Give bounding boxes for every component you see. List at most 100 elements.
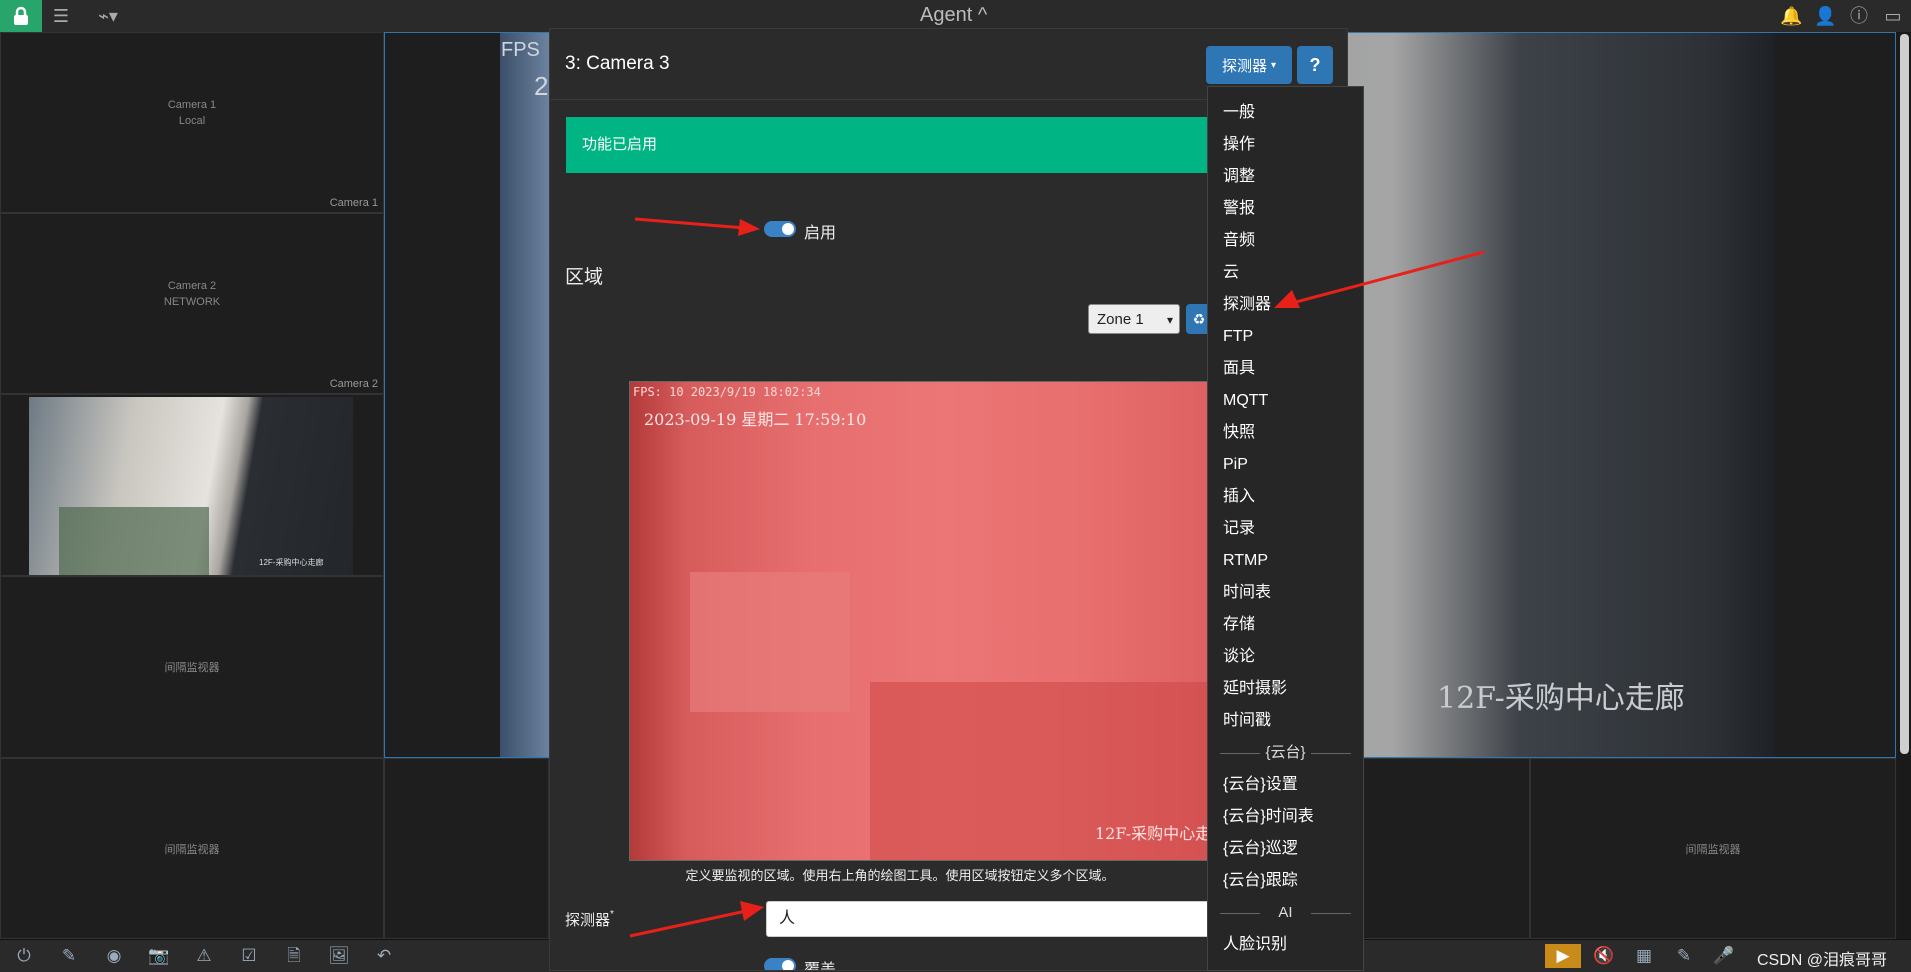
menu-item[interactable]: 延时摄影	[1223, 675, 1287, 703]
menu-group-header: {云台}	[1208, 741, 1363, 765]
menu-item-ptz[interactable]: {云台}巡逻	[1223, 835, 1298, 863]
idle-label: 间隔监视器	[164, 844, 220, 856]
page-scrollbar[interactable]	[1898, 32, 1911, 939]
divider	[1220, 913, 1260, 914]
undo-icon[interactable]: ↶	[372, 946, 396, 966]
camera1-name: Camera 1	[167, 99, 217, 111]
menu-item[interactable]: 谈论	[1223, 643, 1255, 671]
watermark: CSDN @泪痕哥哥	[1757, 952, 1888, 969]
image-icon[interactable]: 🖼	[327, 946, 351, 966]
grid-cell-idle-2[interactable]: 间隔监视器	[0, 758, 384, 939]
edit2-icon[interactable]: ✎	[1672, 946, 1696, 966]
grid-icon[interactable]: ▦	[1632, 946, 1656, 966]
grid-cell-idle-3[interactable]	[384, 758, 549, 939]
grid-cell-idle-5[interactable]: 间隔监视器	[1530, 758, 1896, 939]
camera-menu-icon[interactable]: ⌁▾	[88, 6, 128, 26]
help-button[interactable]: ?	[1297, 46, 1333, 84]
grid-cell-camera2[interactable]: Camera 2 NETWORK Camera 2	[0, 213, 384, 394]
menu-group-label: AI	[1278, 904, 1293, 921]
camera1-type: Local	[178, 115, 206, 127]
idle-label: 间隔监视器	[164, 662, 220, 674]
menu-item-ai[interactable]: 人脸识别	[1223, 931, 1287, 959]
menu-item[interactable]: 音频	[1223, 227, 1255, 255]
bell-icon[interactable]: 🔔	[1780, 6, 1802, 26]
camera-icon[interactable]: 📷	[147, 946, 171, 966]
info-icon[interactable]: ⓘ	[1848, 6, 1870, 26]
grid-cell-idle-4[interactable]	[1348, 758, 1530, 939]
preview-fps-label: FPS: 10 2023/9/19 18:02:34	[633, 385, 821, 399]
large-location-overlay: 12F-采购中心走廊	[1437, 681, 1685, 716]
caret-down-icon: ▾	[1270, 59, 1277, 71]
menu-item[interactable]: 时间表	[1223, 579, 1271, 607]
menu-item-ptz[interactable]: {云台}跟踪	[1223, 867, 1298, 895]
enable-toggle[interactable]	[764, 221, 796, 237]
modal-title: 3: Camera 3	[565, 53, 670, 74]
mic-icon[interactable]: 🎤	[1712, 946, 1736, 966]
file-icon[interactable]: 🗎	[282, 946, 306, 966]
menu-item[interactable]: PiP	[1223, 451, 1248, 479]
annotation-arrow	[1274, 250, 1485, 308]
divider	[1311, 753, 1351, 754]
menu-group-label: {云台}	[1265, 744, 1306, 761]
chevron-down-icon: ▾	[1166, 313, 1173, 327]
menu-item[interactable]: 探测器	[1223, 291, 1271, 319]
menu-item[interactable]: 记录	[1223, 515, 1255, 543]
menu-item[interactable]: 时间戳	[1223, 707, 1271, 735]
power-icon[interactable]: ⏻	[12, 946, 36, 966]
menu-item[interactable]: 面具	[1223, 355, 1255, 383]
app-title[interactable]: Agent ^	[920, 4, 987, 27]
zone-hint: 定义要监视的区域。使用右上角的绘图工具。使用区域按钮定义多个区域。	[685, 868, 1115, 883]
section-menu-label: 探测器	[1221, 57, 1267, 75]
menu-item[interactable]: FTP	[1223, 323, 1253, 351]
warning-icon[interactable]: ⚠	[192, 946, 216, 966]
menu-item[interactable]: 调整	[1223, 163, 1255, 191]
fps-partial: FPS	[501, 39, 540, 61]
preview-timestamp: 2023-09-19 星期二 17:59:10	[644, 410, 867, 429]
enable-label: 启用	[804, 225, 837, 242]
menu-item[interactable]: RTMP	[1223, 547, 1268, 575]
overlay-toggle[interactable]	[764, 958, 796, 970]
grid-cell-camera1[interactable]: Camera 1 Local Camera 1	[0, 32, 384, 213]
menu-item[interactable]: MQTT	[1223, 387, 1268, 415]
server-icon[interactable]: ☰	[50, 6, 72, 26]
detector-label-text: 探测器	[565, 912, 611, 929]
mute-icon[interactable]: 🔇	[1592, 946, 1616, 966]
menu-item[interactable]: 一般	[1223, 99, 1255, 127]
annotation-arrow	[635, 217, 760, 236]
lock-button[interactable]	[0, 0, 42, 32]
grid-cell-idle-1[interactable]: 间隔监视器	[0, 576, 384, 758]
section-dropdown-menu: 一般操作调整警报音频云探测器 FTP 面具 MQTT 快照 PiP 插入记录 RTMP 时间表存…	[1207, 86, 1364, 971]
scrollbar-thumb[interactable]	[1900, 34, 1909, 754]
toggle-knob	[782, 223, 794, 235]
zone-select-value: Zone 1	[1097, 311, 1144, 328]
record-icon[interactable]: ◉	[102, 946, 126, 966]
menu-item[interactable]: 警报	[1223, 195, 1255, 223]
overlay-label: 覆盖	[804, 962, 837, 971]
user-icon[interactable]: 👤	[1814, 6, 1836, 26]
menu-item-ptz[interactable]: {云台}设置	[1223, 771, 1298, 799]
grid-cell-camera3[interactable]: 12F-采购中心走廊	[0, 394, 384, 576]
idle-label: 间隔监视器	[1685, 844, 1741, 856]
menu-item[interactable]: 存储	[1223, 611, 1255, 639]
menu-item[interactable]: 云	[1223, 259, 1239, 287]
required-marker: *	[610, 909, 614, 920]
menu-item[interactable]: 快照	[1223, 419, 1255, 447]
recycle-icon: ♻	[1192, 310, 1206, 327]
window-icon[interactable]: ▭	[1882, 6, 1904, 26]
zone-select[interactable]: Zone 1 ▾	[1088, 304, 1180, 334]
detector-label: 探测器*	[565, 909, 614, 930]
menu-item[interactable]: 插入	[1223, 483, 1255, 511]
edit-icon[interactable]: ✎	[57, 946, 81, 966]
menu-group-header: AI	[1208, 901, 1363, 925]
camera2-corner-label: Camera 2	[329, 378, 378, 390]
menu-item-ptz[interactable]: {云台}时间表	[1223, 803, 1314, 831]
camera3-thumb-label: 12F-采购中心走廊	[259, 558, 324, 567]
section-menu-button[interactable]: 探测器 ▾	[1206, 46, 1292, 84]
checklist-icon[interactable]: ☑	[237, 946, 261, 966]
divider	[1311, 913, 1351, 914]
camera2-name: Camera 2	[167, 280, 217, 292]
lock-icon	[14, 6, 28, 25]
menu-item[interactable]: 操作	[1223, 131, 1255, 159]
camera1-corner-label: Camera 1	[329, 197, 378, 209]
play-icon[interactable]: ▶	[1545, 944, 1581, 968]
